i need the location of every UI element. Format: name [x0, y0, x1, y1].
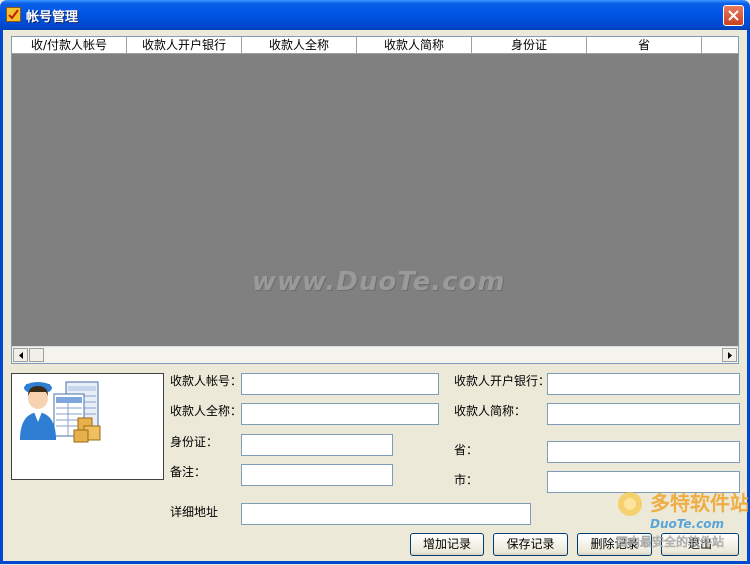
watermark-text: www.DuoTe.com	[252, 267, 506, 297]
payee-fullname-input[interactable]	[241, 403, 439, 425]
scroll-right-button[interactable]	[722, 348, 737, 362]
city-input[interactable]	[547, 471, 740, 493]
window-title: 帐号管理	[26, 10, 79, 25]
arrow-left-icon	[19, 352, 23, 359]
payee-bank-input[interactable]	[547, 373, 740, 395]
user-with-ledger-icon	[20, 381, 101, 443]
app-checkbox-icon	[6, 7, 21, 22]
column-header-account[interactable]: 收/付款人帐号	[12, 37, 127, 54]
user-picture-box	[11, 373, 164, 480]
city-label: 市：	[454, 473, 479, 487]
id-card-label: 身份证：	[170, 435, 219, 449]
delete-record-button[interactable]: 删除记录	[577, 533, 652, 556]
title-bar: 帐号管理	[0, 0, 750, 30]
scroll-left-button[interactable]	[13, 348, 28, 362]
payee-account-label: 收款人帐号：	[170, 374, 243, 388]
address-label: 详细地址	[170, 505, 219, 519]
remark-input[interactable]	[241, 464, 393, 486]
close-icon	[728, 10, 739, 21]
grid-header: 收/付款人帐号 收款人开户银行 收款人全称 收款人简称 身份证 省	[12, 37, 738, 54]
column-header-next[interactable]	[702, 37, 738, 54]
remark-label: 备注：	[170, 465, 207, 479]
column-header-shortname[interactable]: 收款人简称	[357, 37, 472, 54]
exit-button[interactable]: 退出	[661, 533, 739, 556]
close-button[interactable]	[723, 5, 744, 26]
payee-bank-label: 收款人开户银行：	[454, 374, 551, 388]
id-card-input[interactable]	[241, 434, 393, 456]
column-header-bank[interactable]: 收款人开户银行	[127, 37, 242, 54]
column-header-id-card[interactable]: 身份证	[472, 37, 587, 54]
horizontal-scrollbar[interactable]	[12, 346, 738, 363]
scroll-thumb[interactable]	[29, 348, 44, 362]
column-header-province[interactable]: 省	[587, 37, 702, 54]
address-input[interactable]	[241, 503, 531, 525]
payee-shortname-label: 收款人简称：	[454, 404, 527, 418]
add-record-button[interactable]: 增加记录	[410, 533, 484, 556]
province-input[interactable]	[547, 441, 740, 463]
records-grid[interactable]: 收/付款人帐号 收款人开户银行 收款人全称 收款人简称 身份证 省 www.Du…	[11, 36, 739, 364]
column-header-fullname[interactable]: 收款人全称	[242, 37, 357, 54]
save-record-button[interactable]: 保存记录	[493, 533, 568, 556]
payee-shortname-input[interactable]	[547, 403, 740, 425]
payee-account-input[interactable]	[241, 373, 439, 395]
province-label: 省：	[454, 443, 479, 457]
arrow-right-icon	[728, 352, 732, 359]
payee-fullname-label: 收款人全称：	[170, 404, 243, 418]
